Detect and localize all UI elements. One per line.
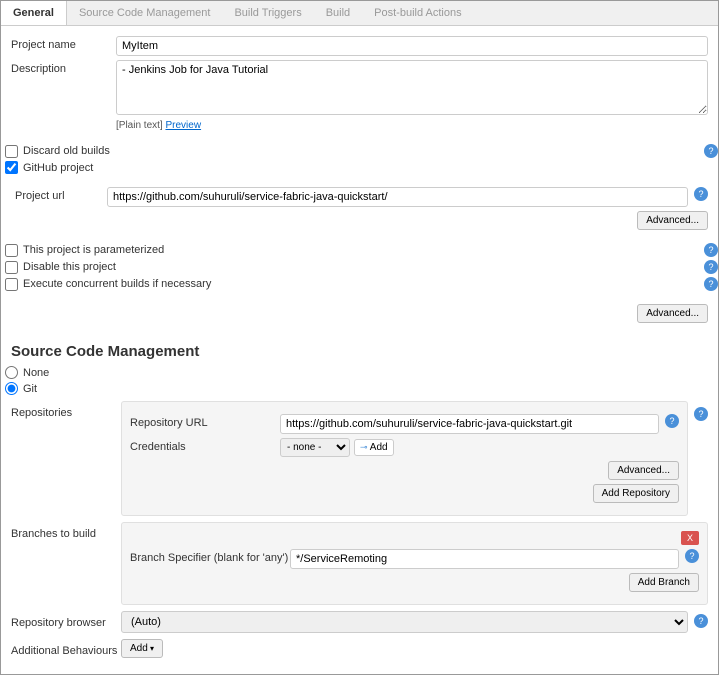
preview-link[interactable]: Preview [165, 120, 201, 131]
tab-triggers[interactable]: Build Triggers [222, 1, 313, 25]
repo-url-input[interactable] [280, 414, 659, 434]
tab-scm[interactable]: Source Code Management [67, 1, 222, 25]
disable-label: Disable this project [23, 261, 116, 273]
repo-url-label: Repository URL [130, 414, 280, 429]
scm-none-label: None [23, 367, 49, 379]
help-icon[interactable]: ? [704, 144, 718, 158]
scm-none-radio[interactable] [5, 366, 18, 379]
concurrent-label: Execute concurrent builds if necessary [23, 278, 211, 290]
parameterized-checkbox[interactable] [5, 244, 18, 257]
github-project-label: GitHub project [23, 162, 93, 174]
add-branch-button[interactable]: Add Branch [629, 573, 699, 592]
tab-general[interactable]: General [1, 1, 67, 25]
help-icon[interactable]: ? [694, 614, 708, 628]
help-icon[interactable]: ? [704, 260, 718, 274]
tab-postbuild[interactable]: Post-build Actions [362, 1, 473, 25]
help-icon[interactable]: ? [704, 243, 718, 257]
plain-text-label: [Plain text] [116, 120, 163, 131]
add-repository-button[interactable]: Add Repository [593, 484, 679, 503]
scm-git-label: Git [23, 383, 37, 395]
repo-advanced-button[interactable]: Advanced... [608, 461, 679, 480]
discard-old-checkbox[interactable] [5, 145, 18, 158]
key-icon: ⊸ [360, 442, 368, 452]
credentials-label: Credentials [130, 438, 280, 453]
branch-spec-input[interactable] [290, 549, 679, 569]
project-name-label: Project name [11, 36, 116, 51]
advanced-button[interactable]: Advanced... [637, 304, 708, 323]
tab-build[interactable]: Build [314, 1, 362, 25]
advanced-button[interactable]: Advanced... [637, 211, 708, 230]
help-icon[interactable]: ? [694, 187, 708, 201]
credentials-select[interactable]: - none - [280, 438, 350, 457]
parameterized-label: This project is parameterized [23, 244, 164, 256]
help-icon[interactable]: ? [665, 414, 679, 428]
help-icon[interactable]: ? [694, 407, 708, 421]
branches-label: Branches to build [11, 522, 121, 540]
discard-old-label: Discard old builds [23, 145, 110, 157]
project-url-input[interactable] [107, 187, 688, 207]
concurrent-checkbox[interactable] [5, 278, 18, 291]
help-icon[interactable]: ? [685, 549, 699, 563]
project-url-label: Project url [15, 187, 107, 202]
additional-label: Additional Behaviours [11, 639, 121, 657]
scm-heading: Source Code Management [1, 343, 718, 360]
add-credentials-button[interactable]: ⊸ Add [354, 439, 394, 456]
delete-branch-button[interactable]: X [681, 531, 699, 545]
repo-browser-label: Repository browser [11, 611, 121, 629]
github-project-checkbox[interactable] [5, 161, 18, 174]
description-label: Description [11, 60, 116, 75]
repo-browser-select[interactable]: (Auto) [121, 611, 688, 633]
scm-git-radio[interactable] [5, 382, 18, 395]
config-tabs: General Source Code Management Build Tri… [1, 1, 718, 26]
disable-checkbox[interactable] [5, 261, 18, 274]
repositories-label: Repositories [11, 401, 121, 419]
project-name-input[interactable] [116, 36, 708, 56]
description-textarea[interactable]: - Jenkins Job for Java Tutorial [116, 60, 708, 115]
help-icon[interactable]: ? [704, 277, 718, 291]
add-behaviour-button[interactable]: Add [121, 639, 163, 658]
